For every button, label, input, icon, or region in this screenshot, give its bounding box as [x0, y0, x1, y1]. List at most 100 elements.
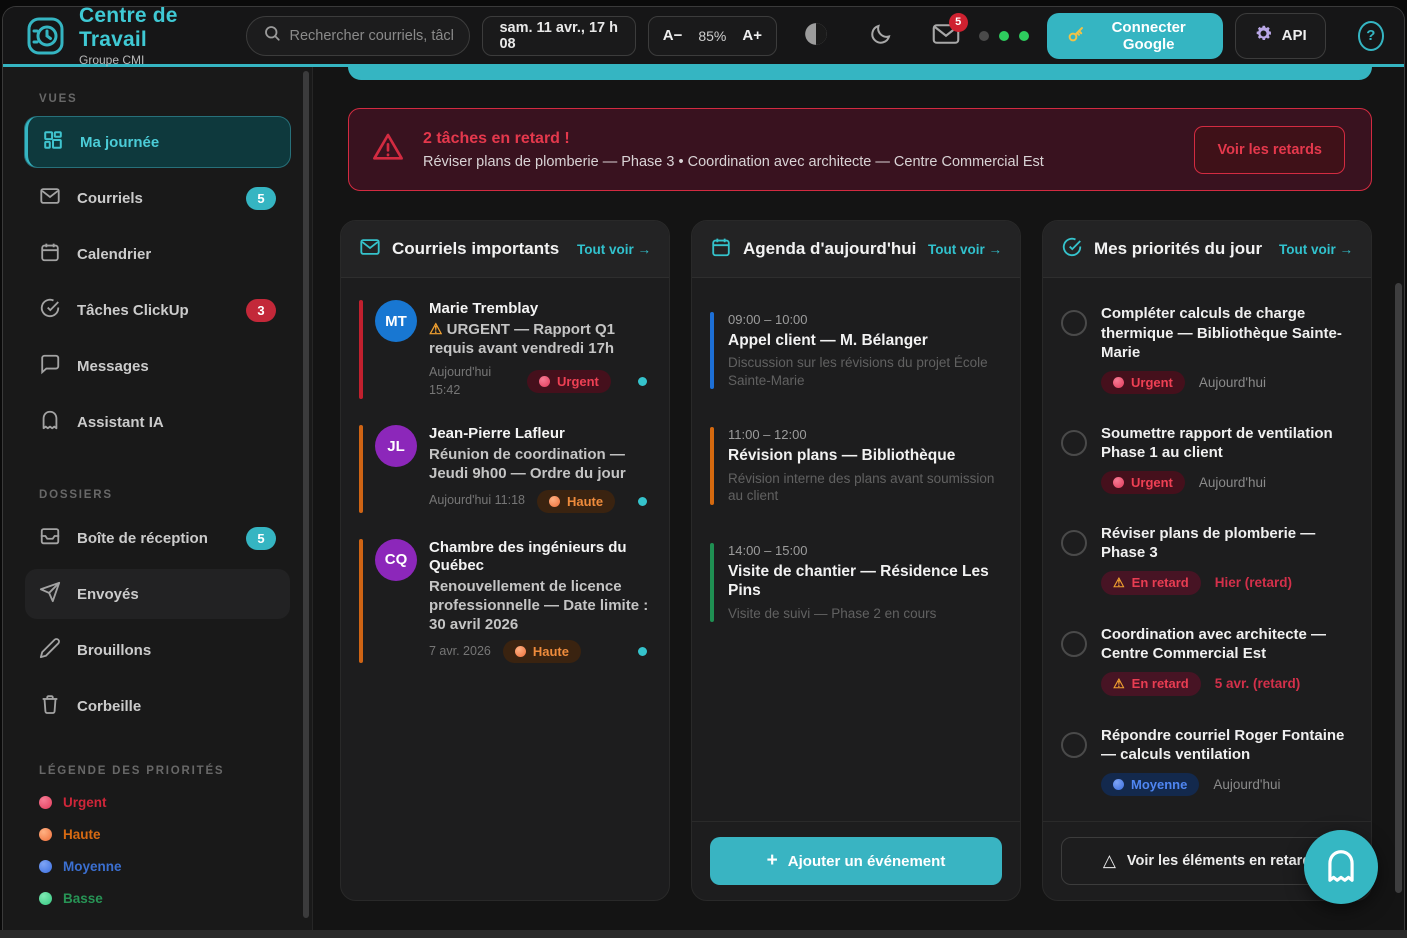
- trash-icon: [39, 693, 61, 719]
- add-event-button[interactable]: + Ajouter un événement: [710, 837, 1002, 885]
- sidebar-scrollbar[interactable]: [303, 71, 309, 918]
- emails-see-all-link[interactable]: Tout voir →: [577, 242, 651, 257]
- sidebar-item-label: Boîte de réception: [77, 530, 208, 547]
- email-date: Aujourd'hui 11:18: [429, 492, 525, 510]
- app-subtitle: Groupe CMI: [79, 53, 228, 67]
- email-subject-text: URGENT — Rapport Q1 requis avant vendred…: [429, 321, 615, 357]
- task-checkbox[interactable]: [1061, 732, 1087, 758]
- alert-text: Réviser plans de plomberie — Phase 3 • C…: [423, 154, 1044, 170]
- view-late-items-label: Voir les éléments en retard: [1127, 853, 1311, 869]
- emails-list: MT Marie Tremblay ⚠ URGENT — Rapport Q1 …: [341, 278, 669, 900]
- task-checkbox[interactable]: [1061, 430, 1087, 456]
- top-navbar: Centre de Travail Groupe CMI sam. 11 avr…: [3, 7, 1404, 67]
- priority-badge-retard: ⚠En retard: [1101, 571, 1201, 595]
- gear-icon: [1254, 24, 1273, 47]
- email-date: Aujourd'hui 15:42: [429, 364, 515, 399]
- ghost-icon: [1322, 847, 1360, 888]
- task-item[interactable]: Soumettre rapport de ventilation Phase 1…: [1061, 424, 1353, 494]
- sidebar-item-calendrier[interactable]: Calendrier: [25, 229, 290, 279]
- priority-dot: [515, 646, 526, 657]
- calendar-icon: [39, 241, 61, 267]
- view-overdue-button[interactable]: Voir les retards: [1194, 126, 1345, 174]
- priority-dot: [539, 376, 550, 387]
- search-input[interactable]: [290, 28, 454, 44]
- dashboard-cards: Courriels importants Tout voir → MT Mari…: [340, 220, 1372, 901]
- status-dot-green-2: [1019, 31, 1029, 41]
- courriels-count-badge: 5: [246, 187, 276, 210]
- pencil-icon: [39, 637, 61, 663]
- agenda-see-all-link[interactable]: Tout voir →: [928, 242, 1002, 257]
- legend-label: Urgent: [63, 795, 107, 810]
- envelope-icon: [359, 236, 381, 263]
- priorities-see-all-link[interactable]: Tout voir →: [1279, 242, 1353, 257]
- search-box[interactable]: [246, 16, 471, 56]
- task-due: Aujourd'hui: [1199, 475, 1266, 490]
- sidebar-item-taches-clickup[interactable]: Tâches ClickUp 3: [25, 285, 290, 335]
- zoom-level: 85%: [698, 28, 726, 44]
- event-color-bar: [710, 543, 714, 622]
- moon-icon: [869, 22, 893, 49]
- scrolled-banner-edge: [348, 67, 1372, 80]
- email-item[interactable]: MT Marie Tremblay ⚠ URGENT — Rapport Q1 …: [359, 300, 651, 399]
- email-item[interactable]: JL Jean-Pierre Lafleur Réunion de coordi…: [359, 425, 651, 512]
- task-due: Aujourd'hui: [1213, 777, 1280, 792]
- question-icon: ?: [1366, 27, 1375, 44]
- task-checkbox[interactable]: [1061, 530, 1087, 556]
- sidebar-item-envoyes[interactable]: Envoyés: [25, 569, 290, 619]
- avatar: CQ: [375, 539, 417, 581]
- sidebar: VUES Ma journée Courriels 5 Calendrier: [3, 67, 313, 930]
- legend-label: Haute: [63, 827, 101, 842]
- priorities-card: Mes priorités du jour Tout voir → Complé…: [1042, 220, 1372, 901]
- emails-card-header: Courriels importants Tout voir →: [341, 221, 669, 278]
- task-title: Réviser plans de plomberie — Phase 3: [1101, 524, 1353, 563]
- sidebar-item-courriels[interactable]: Courriels 5: [25, 173, 290, 223]
- priority-badge-moyenne: Moyenne: [1101, 773, 1199, 796]
- legend-item-moyenne: Moyenne: [39, 859, 276, 874]
- sidebar-item-corbeille[interactable]: Corbeille: [25, 681, 290, 731]
- sidebar-item-label: Brouillons: [77, 642, 151, 659]
- alert-title: 2 tâches en retard !: [423, 130, 1044, 148]
- zoom-out-button[interactable]: A−: [663, 27, 683, 44]
- status-dots: [979, 31, 1029, 41]
- avatar: JL: [375, 425, 417, 467]
- agenda-event[interactable]: 14:00 – 15:00 Visite de chantier — Résid…: [710, 543, 1002, 622]
- sidebar-item-brouillons[interactable]: Brouillons: [25, 625, 290, 675]
- api-label: API: [1282, 27, 1307, 44]
- status-dot-gray: [979, 31, 989, 41]
- app-title: Centre de Travail: [79, 6, 228, 52]
- urgent-dot-icon: [39, 796, 52, 809]
- task-item[interactable]: Compléter calculs de charge thermique — …: [1061, 304, 1353, 394]
- agenda-event[interactable]: 09:00 – 10:00 Appel client — M. Bélanger…: [710, 312, 1002, 389]
- zoom-in-button[interactable]: A+: [742, 27, 762, 44]
- assistant-fab-button[interactable]: [1304, 830, 1378, 904]
- sidebar-item-messages[interactable]: Messages: [25, 341, 290, 391]
- emails-card-title: Courriels importants: [392, 239, 559, 259]
- overdue-alert-banner: 2 tâches en retard ! Réviser plans de pl…: [348, 108, 1372, 191]
- contrast-toggle-button[interactable]: [801, 19, 830, 53]
- page-scrollbar[interactable]: [1395, 283, 1402, 893]
- connect-google-button[interactable]: Connecter Google: [1047, 13, 1223, 59]
- api-button[interactable]: API: [1235, 13, 1326, 59]
- task-checkbox[interactable]: [1061, 631, 1087, 657]
- notifications-mail-button[interactable]: 5: [931, 19, 960, 53]
- sidebar-item-boite-reception[interactable]: Boîte de réception 5: [25, 513, 290, 563]
- email-item[interactable]: CQ Chambre des ingénieurs du Québec Reno…: [359, 539, 651, 664]
- agenda-card: Agenda d'aujourd'hui Tout voir → 09:00 –…: [691, 220, 1021, 901]
- sidebar-item-assistant-ia[interactable]: Assistant IA: [25, 397, 290, 447]
- event-title: Visite de chantier — Résidence Les Pins: [728, 562, 1002, 601]
- help-button[interactable]: ?: [1358, 21, 1384, 51]
- contrast-icon: [803, 21, 829, 50]
- dark-mode-toggle-button[interactable]: [866, 19, 895, 53]
- moyenne-dot-icon: [39, 860, 52, 873]
- task-checkbox[interactable]: [1061, 310, 1087, 336]
- event-description: Révision interne des plans avant soumiss…: [728, 470, 1002, 505]
- priority-dot: [1113, 779, 1124, 790]
- event-title: Révision plans — Bibliothèque: [728, 446, 1002, 465]
- task-due-late: 5 avr. (retard): [1215, 676, 1301, 691]
- agenda-event[interactable]: 11:00 – 12:00 Révision plans — Bibliothè…: [710, 427, 1002, 504]
- task-item[interactable]: Réviser plans de plomberie — Phase 3 ⚠En…: [1061, 524, 1353, 595]
- sidebar-item-ma-journee[interactable]: Ma journée: [25, 117, 290, 167]
- task-item[interactable]: Répondre courriel Roger Fontaine — calcu…: [1061, 726, 1353, 796]
- task-item[interactable]: Coordination avec architecte — Centre Co…: [1061, 625, 1353, 696]
- task-title: Coordination avec architecte — Centre Co…: [1101, 625, 1353, 664]
